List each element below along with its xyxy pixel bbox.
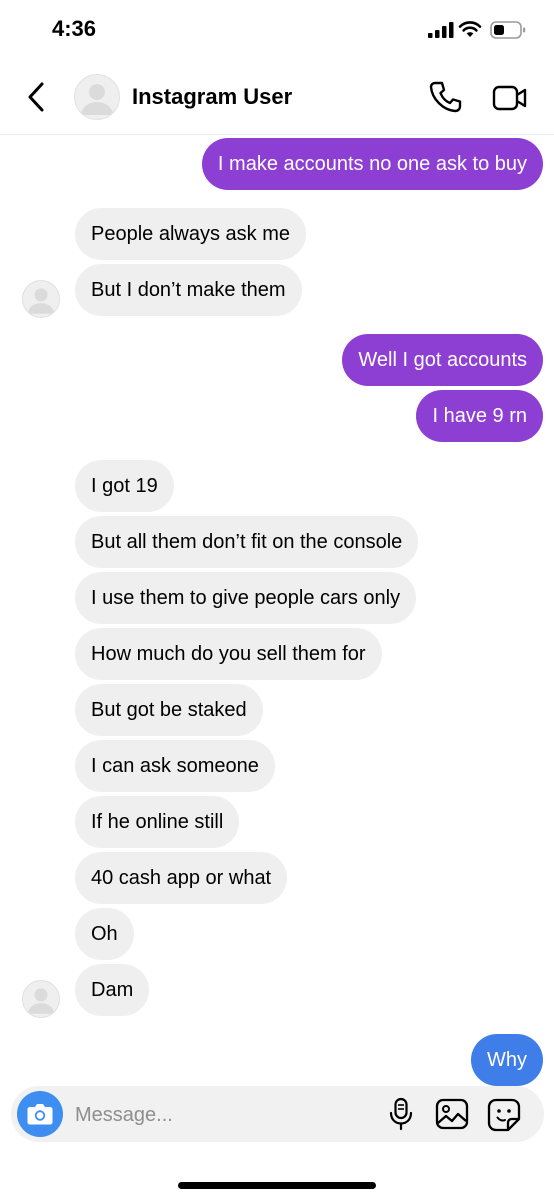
sticker-icon[interactable] <box>487 1098 521 1132</box>
default-avatar-icon <box>27 288 55 314</box>
message-bubble-incoming[interactable]: But I don’t make them <box>75 264 302 316</box>
default-avatar-icon <box>81 84 113 115</box>
contact-avatar[interactable] <box>74 74 120 120</box>
message-bubble-incoming[interactable]: I use them to give people cars only <box>75 572 417 624</box>
cellular-signal-icon <box>428 22 454 38</box>
message-bubble-incoming[interactable]: 40 cash app or what <box>75 852 288 904</box>
message-bubble-incoming[interactable]: I got 19 <box>75 460 174 512</box>
image-icon[interactable] <box>435 1098 469 1130</box>
status-time: 4:36 <box>52 16 97 41</box>
message-bubble-incoming[interactable]: But all them don’t fit on the console <box>75 516 419 568</box>
battery-icon <box>490 21 526 39</box>
message-bubble-outgoing[interactable]: Why <box>471 1034 543 1086</box>
message-bubble-outgoing[interactable]: Well I got accounts <box>342 334 543 386</box>
message-composer <box>11 1086 544 1142</box>
message-bubble-incoming[interactable]: Dam <box>75 964 150 1016</box>
camera-button[interactable] <box>17 1091 63 1137</box>
wifi-icon <box>458 21 482 37</box>
phone-icon[interactable] <box>428 80 462 114</box>
default-avatar-icon <box>27 988 55 1014</box>
message-bubble-outgoing[interactable]: I make accounts no one ask to buy <box>201 138 543 190</box>
video-camera-icon[interactable] <box>492 82 528 114</box>
message-bubble-incoming[interactable]: I can ask someone <box>75 740 275 792</box>
message-bubble-incoming[interactable]: Oh <box>75 908 134 960</box>
chat-header: Instagram User <box>0 62 554 135</box>
back-chevron-icon[interactable] <box>22 80 52 114</box>
home-indicator <box>178 1182 376 1189</box>
message-bubble-incoming[interactable]: How much do you sell them for <box>75 628 382 680</box>
message-bubble-incoming[interactable]: If he online still <box>75 796 240 848</box>
message-bubble-outgoing[interactable]: I have 9 rn <box>416 390 543 442</box>
camera-icon <box>27 1104 53 1125</box>
message-input[interactable] <box>73 1094 377 1136</box>
microphone-icon[interactable] <box>387 1096 415 1132</box>
status-bar: 4:36 <box>0 0 554 60</box>
message-bubble-incoming[interactable]: People always ask me <box>75 208 306 260</box>
contact-name[interactable]: Instagram User <box>132 84 292 110</box>
sender-avatar[interactable] <box>22 280 60 318</box>
sender-avatar[interactable] <box>22 980 60 1018</box>
message-bubble-incoming[interactable]: But got be staked <box>75 684 263 736</box>
